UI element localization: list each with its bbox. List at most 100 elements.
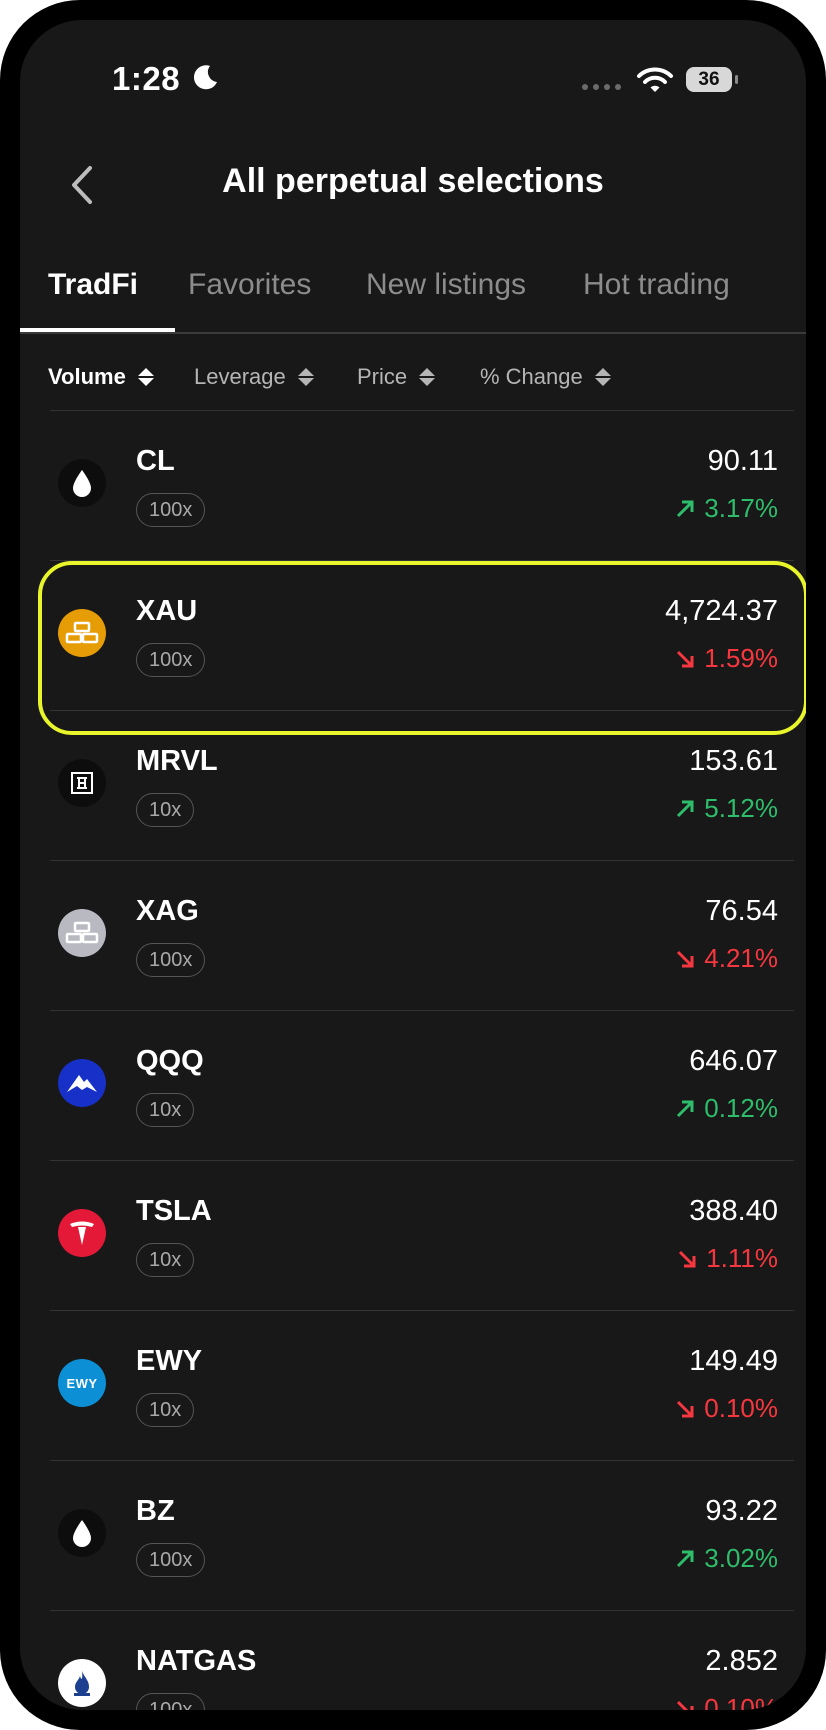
arrow-down-right-icon [677, 1400, 694, 1417]
change: 0.10% [674, 1693, 778, 1710]
change: 1.11% [676, 1243, 778, 1274]
change-value: 3.02% [704, 1543, 778, 1573]
leverage-badge: 100x [136, 1543, 206, 1577]
change: 0.10% [674, 1393, 778, 1424]
symbol: NATGAS [136, 1645, 257, 1677]
oil-drop-icon [58, 459, 106, 507]
price: 149.49 [689, 1345, 778, 1377]
tab-favorites[interactable]: Favorites [188, 268, 311, 302]
leverage-badge: 10x [136, 1093, 195, 1127]
sort-leverage[interactable]: Leverage [194, 364, 314, 390]
price: 4,724.37 [665, 595, 778, 627]
change: 3.17% [674, 493, 778, 524]
sort-price-label: Price [357, 364, 408, 389]
list-item[interactable]: XAG 100x 76.54 4.21% [50, 860, 794, 1011]
change-value: 1.59% [704, 643, 778, 673]
sort-volume[interactable]: Volume [48, 364, 154, 390]
leverage-badge: 100x [136, 493, 206, 527]
leverage-badge: 100x [136, 1693, 206, 1710]
phone-frame: 1:28 36 All perpetual selections TradFi … [0, 0, 826, 1730]
leverage-badge: 10x [136, 1243, 195, 1277]
list-item[interactable]: TSLA 10x 388.40 1.11% [50, 1160, 794, 1311]
change: 4.21% [674, 943, 778, 974]
change: 3.02% [674, 1543, 778, 1574]
invesco-mountain-icon [58, 1059, 106, 1107]
change-value: 1.11% [706, 1243, 778, 1273]
arrow-down-right-icon [677, 950, 694, 967]
sort-leverage-label: Leverage [194, 364, 286, 389]
ewy-logo-text: EWY [66, 1375, 98, 1391]
list-item[interactable]: NATGAS 100x 2.852 0.10% [50, 1610, 794, 1710]
list-item[interactable]: XAU 100x 4,724.37 1.59% [50, 560, 794, 711]
sort-bar: Volume Leverage Price % Change [20, 356, 806, 406]
page-title: All perpetual selections [222, 162, 604, 200]
change-value: 0.10% [704, 1393, 778, 1423]
price: 76.54 [705, 895, 778, 927]
sort-volume-label: Volume [48, 364, 126, 389]
tab-new-listings[interactable]: New listings [366, 268, 526, 302]
change-value: 4.21% [704, 943, 778, 973]
arrow-up-right-icon [677, 1100, 694, 1117]
change-value: 0.12% [704, 1093, 778, 1123]
arrow-down-right-icon [677, 650, 694, 667]
ewy-logo-icon: EWY [58, 1359, 106, 1407]
arrow-up-right-icon [677, 800, 694, 817]
change: 1.59% [674, 643, 778, 674]
moon-icon [193, 65, 217, 90]
gas-flame-icon [58, 1659, 106, 1707]
symbol: XAU [136, 595, 198, 627]
gold-bars-icon [58, 609, 106, 657]
change: 5.12% [674, 793, 778, 824]
symbol: EWY [136, 1345, 203, 1377]
wifi-icon [637, 67, 673, 92]
symbol: BZ [136, 1495, 175, 1527]
price: 2.852 [705, 1645, 778, 1677]
price: 646.07 [689, 1045, 778, 1077]
list-item[interactable]: BZ 100x 93.22 3.02% [50, 1460, 794, 1611]
sort-arrows-icon [137, 368, 154, 386]
list-item[interactable]: MRVL 10x 153.61 5.12% [50, 710, 794, 861]
symbol: QQQ [136, 1045, 204, 1077]
symbol: CL [136, 445, 175, 477]
marvell-logo-icon [58, 759, 106, 807]
leverage-badge: 10x [136, 793, 195, 827]
leverage-badge: 100x [136, 643, 206, 677]
list-item[interactable]: QQQ 10x 646.07 0.12% [50, 1010, 794, 1161]
change-value: 0.10% [704, 1693, 778, 1710]
price: 93.22 [705, 1495, 778, 1527]
sort-arrows-icon [419, 368, 436, 386]
change: 0.12% [674, 1093, 778, 1124]
sort-arrows-icon [297, 368, 314, 386]
status-time: 1:28 [112, 60, 181, 97]
arrow-down-right-icon [679, 1250, 696, 1267]
leverage-badge: 10x [136, 1393, 195, 1427]
cellular-signal-icon [582, 84, 621, 90]
silver-bars-icon [58, 909, 106, 957]
change-value: 3.17% [704, 493, 778, 523]
app-screen: 1:28 36 All perpetual selections TradFi … [20, 20, 806, 1710]
sort-price[interactable]: Price [357, 364, 436, 390]
price: 90.11 [707, 445, 778, 477]
arrow-down-right-icon [677, 1700, 694, 1710]
change-value: 5.12% [704, 793, 778, 823]
sort-arrows-icon [594, 368, 611, 386]
sort-change-label: % Change [480, 364, 583, 389]
active-tab-indicator [20, 328, 175, 332]
battery-icon: 36 [686, 67, 738, 92]
symbol: TSLA [136, 1195, 212, 1227]
list-item[interactable]: CL 100x 90.11 3.17% [50, 410, 794, 561]
symbol: XAG [136, 895, 199, 927]
tab-bar: TradFi Favorites New listings Hot tradin… [20, 248, 806, 334]
tesla-logo-icon [58, 1209, 106, 1257]
tab-hot-trading[interactable]: Hot trading [583, 268, 730, 302]
oil-drop-icon [58, 1509, 106, 1557]
list-item[interactable]: EWY EWY 10x 149.49 0.10% [50, 1310, 794, 1461]
price: 388.40 [689, 1195, 778, 1227]
tab-tradfi[interactable]: TradFi [48, 268, 138, 302]
arrow-up-right-icon [677, 1550, 694, 1567]
battery-level: 36 [698, 68, 720, 90]
price: 153.61 [689, 745, 778, 777]
arrow-up-right-icon [677, 500, 694, 517]
sort-change[interactable]: % Change [480, 364, 611, 390]
leverage-badge: 100x [136, 943, 206, 977]
